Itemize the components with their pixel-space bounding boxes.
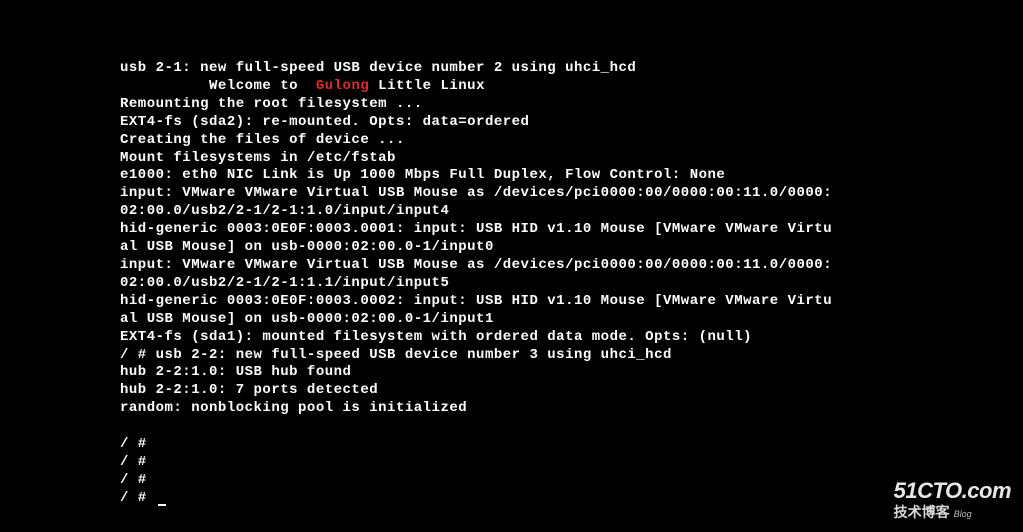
welcome-suffix: Little Linux — [369, 78, 485, 94]
terminal-line: usb 2-1: new full-speed USB device numbe… — [120, 60, 1023, 78]
terminal-line: Mount filesystems in /etc/fstab — [120, 150, 1023, 168]
terminal-line: 02:00.0/usb2/2-1/2-1:1.0/input/input4 — [120, 203, 1023, 221]
terminal-line: al USB Mouse] on usb-0000:02:00.0-1/inpu… — [120, 311, 1023, 329]
terminal-line: / # — [120, 454, 1023, 472]
terminal-line — [120, 418, 1023, 436]
terminal-line: EXT4-fs (sda2): re-mounted. Opts: data=o… — [120, 114, 1023, 132]
terminal-line: / # usb 2-2: new full-speed USB device n… — [120, 347, 1023, 365]
terminal-output[interactable]: usb 2-1: new full-speed USB device numbe… — [0, 0, 1023, 508]
welcome-banner: Welcome to Gulong Little Linux — [120, 78, 1023, 96]
terminal-line: / # — [120, 472, 1023, 490]
watermark: 51CTO.com 技术博客Blog — [894, 478, 1011, 522]
terminal-line: input: VMware VMware Virtual USB Mouse a… — [120, 257, 1023, 275]
terminal-line: EXT4-fs (sda1): mounted filesystem with … — [120, 329, 1023, 347]
welcome-prefix: Welcome to — [120, 78, 316, 94]
terminal-line: Remounting the root filesystem ... — [120, 96, 1023, 114]
terminal-line: hid-generic 0003:0E0F:0003.0002: input: … — [120, 293, 1023, 311]
terminal-line: 02:00.0/usb2/2-1/2-1:1.1/input/input5 — [120, 275, 1023, 293]
terminal-line: random: nonblocking pool is initialized — [120, 400, 1023, 418]
terminal-line: hub 2-2:1.0: USB hub found — [120, 364, 1023, 382]
prompt-text: / # — [120, 490, 156, 506]
brand-name: Gulong — [316, 78, 369, 94]
watermark-subtitle: 技术博客Blog — [894, 502, 1011, 522]
terminal-line: input: VMware VMware Virtual USB Mouse a… — [120, 185, 1023, 203]
shell-prompt[interactable]: / # — [120, 490, 1023, 508]
watermark-domain: 51CTO.com — [894, 478, 1011, 504]
terminal-line: / # — [120, 436, 1023, 454]
terminal-line: hid-generic 0003:0E0F:0003.0001: input: … — [120, 221, 1023, 239]
terminal-line: e1000: eth0 NIC Link is Up 1000 Mbps Ful… — [120, 167, 1023, 185]
terminal-line: hub 2-2:1.0: 7 ports detected — [120, 382, 1023, 400]
cursor-icon — [158, 504, 166, 506]
terminal-line: al USB Mouse] on usb-0000:02:00.0-1/inpu… — [120, 239, 1023, 257]
terminal-line: Creating the files of device ... — [120, 132, 1023, 150]
